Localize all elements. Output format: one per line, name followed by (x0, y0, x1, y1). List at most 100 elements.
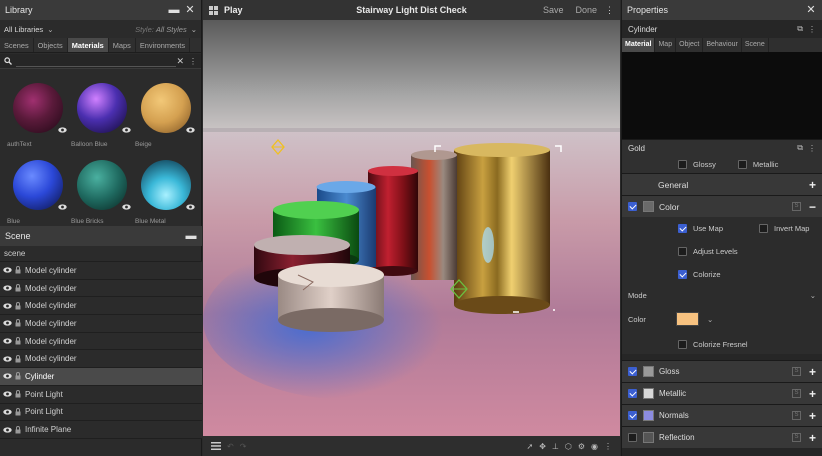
tab-materials[interactable]: Materials (67, 38, 109, 52)
scene-item[interactable]: Model cylinder (0, 297, 202, 316)
scene-item[interactable]: Point Light (0, 403, 202, 422)
more-icon[interactable]: ⋮ (604, 442, 612, 451)
invert-map-checkbox[interactable] (759, 224, 769, 233)
eye-icon[interactable] (186, 204, 195, 210)
settings-icon[interactable]: ⚙ (578, 442, 585, 451)
colorize-fresnel-checkbox[interactable] (678, 339, 687, 349)
search-input[interactable] (16, 55, 177, 67)
tab-map[interactable]: Map (655, 38, 677, 52)
eye-icon[interactable] (3, 426, 12, 433)
color-picker[interactable] (675, 312, 699, 326)
eye-icon[interactable] (58, 204, 67, 210)
eye-icon[interactable] (3, 267, 12, 273)
tab-scene[interactable]: Scene (742, 38, 769, 52)
tab-environments[interactable]: Environments (136, 38, 191, 52)
eye-icon[interactable] (3, 303, 12, 309)
lock-icon[interactable] (15, 301, 21, 310)
grid-icon[interactable] (209, 5, 218, 15)
style-select[interactable]: All Styles (156, 25, 187, 34)
clear-search-icon[interactable]: ✕ (176, 56, 184, 67)
plus-icon[interactable]: + (809, 388, 816, 400)
play-button[interactable]: Play (224, 5, 243, 15)
eye-icon[interactable] (3, 409, 12, 415)
scene-item[interactable]: Point Light (0, 385, 202, 404)
render-viewport[interactable] (203, 20, 620, 436)
minimize-icon[interactable]: ▬ (185, 230, 197, 242)
tab-maps[interactable]: Maps (109, 38, 136, 52)
adjust-levels-checkbox[interactable] (678, 247, 687, 256)
gold-cylinder[interactable] (454, 143, 550, 314)
eye-icon[interactable] (3, 320, 12, 327)
material-tile[interactable]: Blue Bricks (71, 160, 133, 225)
mode-row[interactable]: Mode ⌄ (622, 286, 822, 304)
material-tile[interactable]: Blue (7, 160, 69, 225)
move-tool-icon[interactable]: ✥ (539, 442, 546, 451)
lock-icon[interactable] (15, 390, 21, 398)
undo-icon[interactable]: ↶ (227, 442, 234, 451)
lock-icon[interactable] (15, 354, 21, 363)
colorize-checkbox[interactable] (678, 270, 687, 279)
library-filter-select[interactable]: All Libraries (4, 25, 43, 34)
material-tile[interactable]: Balloon Blue (71, 83, 133, 148)
eye-icon[interactable] (3, 338, 12, 344)
duplicate-icon[interactable]: ⧉ (797, 24, 803, 34)
scene-item[interactable]: Model cylinder (0, 279, 202, 298)
lock-icon[interactable] (15, 337, 21, 345)
lock-icon[interactable] (15, 407, 21, 416)
material-tile[interactable]: authText (7, 83, 69, 148)
metallic-checkbox[interactable] (737, 160, 747, 169)
scene-item[interactable]: Model cylinder (0, 332, 202, 351)
more-icon[interactable]: ⋮ (189, 57, 197, 66)
general-section[interactable]: General + (622, 173, 822, 195)
plus-icon[interactable]: + (809, 432, 816, 444)
more-icon[interactable]: ⋮ (605, 5, 614, 16)
color-section[interactable]: Color S − (622, 195, 822, 217)
channel-checkbox[interactable] (628, 389, 637, 398)
plus-icon[interactable]: + (809, 410, 816, 422)
eye-icon[interactable] (186, 127, 195, 133)
close-icon[interactable]: ✕ (805, 4, 817, 16)
eye-icon[interactable] (3, 373, 12, 380)
chevron-down-icon[interactable]: ⌄ (47, 25, 53, 34)
material-tile[interactable]: Blue Metal (135, 160, 197, 225)
tab-objects[interactable]: Objects (34, 38, 68, 52)
lock-icon[interactable] (15, 319, 21, 327)
scene-item[interactable]: Model cylinder (0, 315, 202, 333)
eye-icon[interactable] (122, 127, 131, 133)
scene-item[interactable]: Model cylinder (0, 262, 202, 280)
menu-icon[interactable] (211, 442, 221, 450)
redo-icon[interactable]: ↷ (240, 442, 247, 451)
chevron-down-icon[interactable]: ⌄ (191, 25, 197, 34)
eye-icon[interactable] (3, 285, 12, 291)
axis-tool-icon[interactable]: ⊥ (552, 442, 559, 451)
tab-scenes[interactable]: Scenes (0, 38, 34, 52)
chevron-down-icon[interactable]: ⌄ (707, 315, 713, 324)
use-map-checkbox[interactable] (678, 224, 687, 233)
tab-object[interactable]: Object (676, 38, 704, 52)
lock-icon[interactable] (15, 284, 21, 292)
more-icon[interactable]: ⋮ (808, 25, 816, 34)
eye-icon[interactable] (3, 356, 12, 362)
minus-icon[interactable]: − (809, 201, 816, 213)
close-icon[interactable]: ✕ (184, 4, 196, 16)
lock-icon[interactable] (15, 372, 21, 380)
channel-row[interactable]: Reflection S + (622, 426, 822, 448)
eye-icon[interactable] (3, 391, 12, 397)
object-tool-icon[interactable]: ⬡ (565, 442, 572, 451)
plus-icon[interactable]: + (809, 179, 816, 191)
channel-checkbox[interactable] (628, 433, 637, 442)
chevron-down-icon[interactable]: ⌄ (810, 291, 816, 300)
scene-root[interactable]: scene (0, 246, 202, 262)
tab-material[interactable]: Material (622, 38, 656, 52)
lock-icon[interactable] (15, 266, 21, 274)
lock-icon[interactable] (15, 425, 21, 434)
eye-icon[interactable]: ◉ (591, 442, 598, 451)
channel-row[interactable]: Normals S + (622, 404, 822, 426)
minimize-icon[interactable]: ▬ (168, 4, 180, 16)
glossy-checkbox[interactable] (678, 160, 687, 169)
tab-behaviour[interactable]: Behaviour (703, 38, 742, 52)
more-icon[interactable]: ⋮ (808, 144, 816, 153)
channel-checkbox[interactable] (628, 367, 637, 376)
select-tool-icon[interactable]: ➚ (526, 442, 533, 451)
plus-icon[interactable]: + (809, 366, 816, 378)
